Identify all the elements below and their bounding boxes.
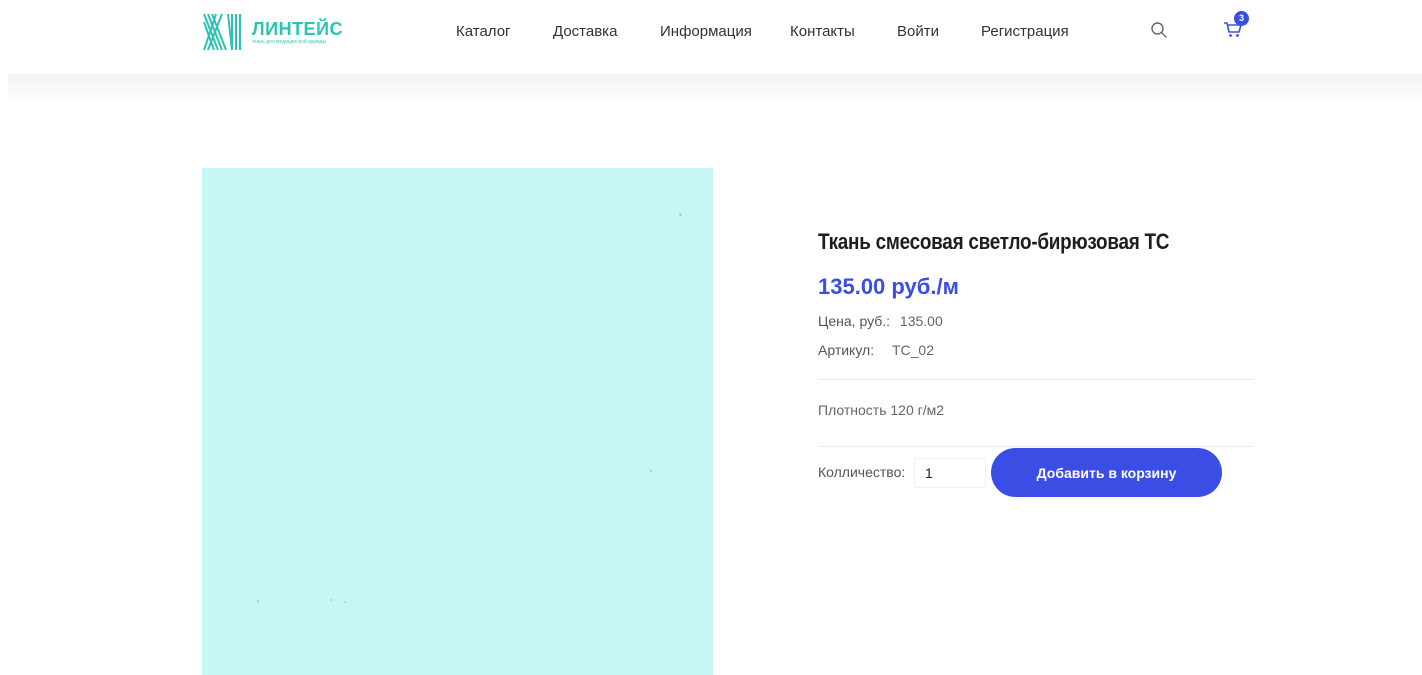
quantity-input[interactable] <box>914 458 986 488</box>
nav-item-info[interactable]: Информация <box>660 22 752 42</box>
product-price: 135.00 руб./м <box>818 274 959 299</box>
header-shadow <box>8 74 1422 104</box>
product-image[interactable] <box>202 168 713 675</box>
main-nav: Каталог Доставка Информация Контакты Вой… <box>0 0 1422 62</box>
sku-value: TC_02 <box>891 342 935 358</box>
nav-item-register[interactable]: Регистрация <box>981 22 1069 42</box>
price-row: Цена, руб.: 135.00 <box>818 313 943 329</box>
search-icon[interactable] <box>1150 21 1168 39</box>
cart-count-badge: 3 <box>1234 11 1249 26</box>
sku-row: Артикул: TC_02 <box>818 342 934 358</box>
nav-item-login[interactable]: Войти <box>897 22 939 42</box>
price-value: 135.00 <box>899 313 943 329</box>
nav-item-contacts[interactable]: Контакты <box>790 22 855 42</box>
price-label: Цена, руб.: <box>818 313 891 329</box>
add-to-cart-button[interactable]: Добавить в корзину <box>991 448 1222 497</box>
divider <box>818 379 1254 380</box>
quantity-label: Колличество: <box>818 464 906 480</box>
product-density: Плотность 120 г/м2 <box>818 402 945 418</box>
sku-label: Артикул: <box>818 342 875 358</box>
divider <box>818 446 1254 447</box>
nav-item-catalog[interactable]: Каталог <box>456 22 511 42</box>
nav-item-delivery[interactable]: Доставка <box>553 22 617 42</box>
product-title: Ткань смесовая светло-бирюзовая ТС <box>818 229 1170 254</box>
site-header: ЛИНТЕЙС ткань для медицинской одежды Кат… <box>0 0 1422 74</box>
